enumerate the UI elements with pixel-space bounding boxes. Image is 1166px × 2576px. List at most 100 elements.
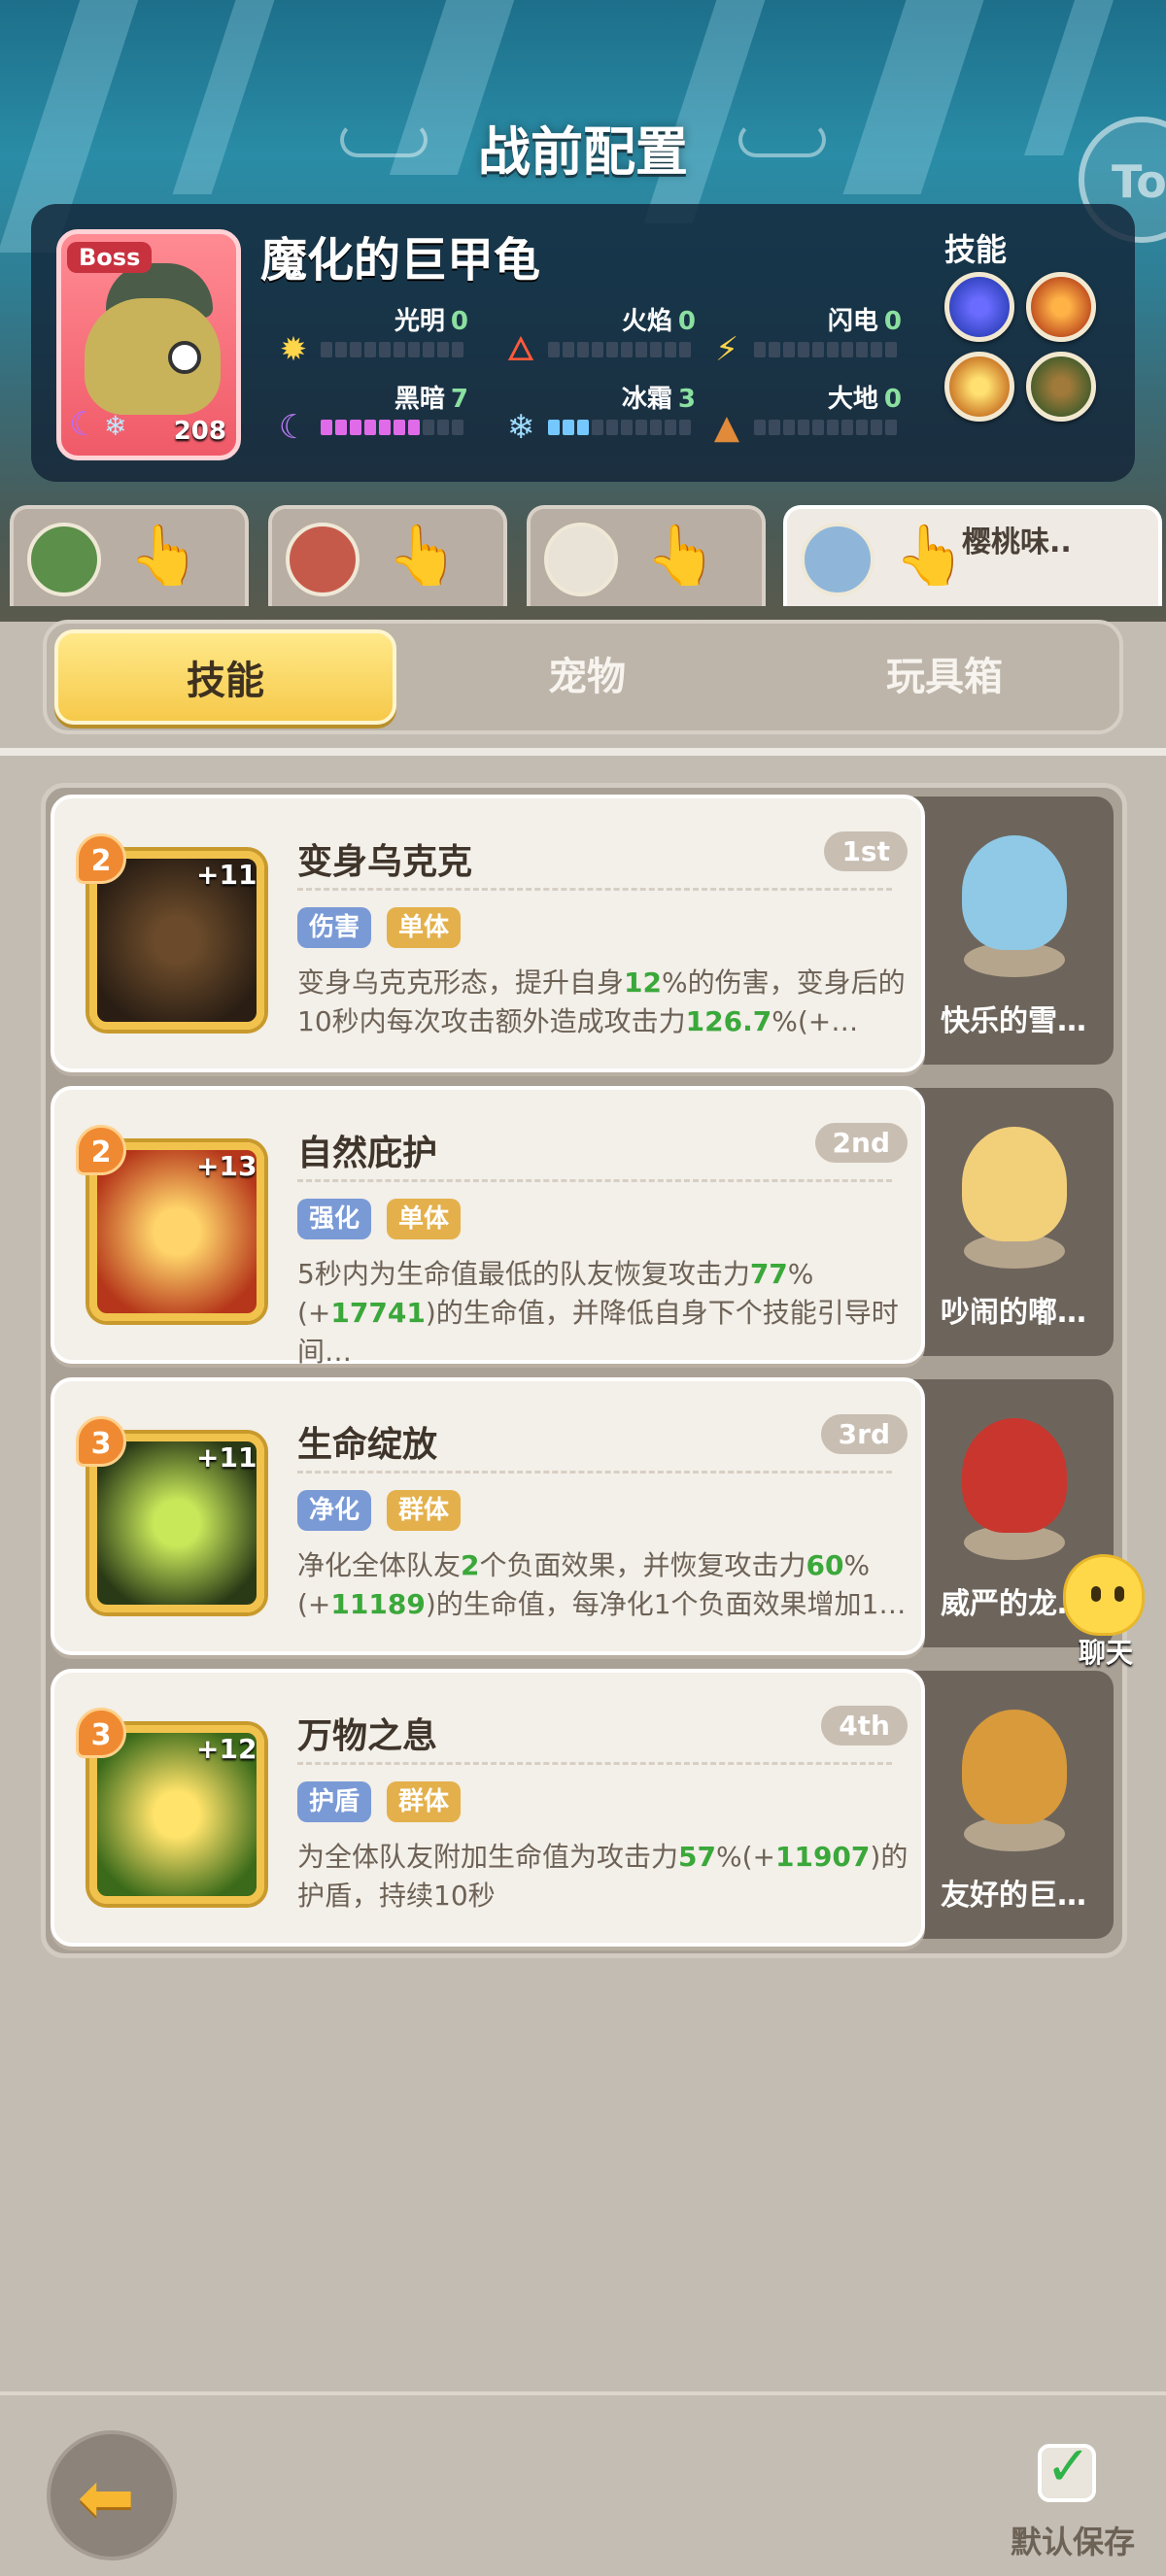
pet-figure [962,1127,1067,1241]
dashed-divider [297,1179,892,1182]
checkmark-icon: ✓ [1046,2435,1091,2498]
skill-plus-level: +13 [196,1150,257,1182]
element-bar [321,342,463,357]
element-name: 闪电 [827,307,878,336]
element-value: 0 [883,385,902,414]
pointing-hand-icon: 👆 [894,522,967,590]
skill-description: 5秒内为生命值最低的队友恢复攻击力77%(+17741)的生命值，并降低自身下个… [297,1258,899,1368]
fire-icon: 🜂 [506,330,535,369]
green-hero-avatar [27,523,101,596]
skill-rank: 2nd [814,1123,908,1163]
beast-skill-icon[interactable] [1026,352,1096,422]
boss-skills-title: 技能 [944,231,1008,268]
skill-title: 生命绽放 [297,1425,438,1465]
pet-figure [962,835,1067,950]
skill-level-badge: 2 [76,1125,126,1175]
default-save-checkbox[interactable]: ✓ [1038,2438,1096,2502]
skill-tag: 护盾 [297,1781,372,1822]
skill-level-badge: 3 [76,1708,126,1758]
element-value: 0 [677,307,696,336]
skill-rank: 1st [824,831,908,871]
pet-slot-4[interactable]: 友好的巨… [913,1671,1114,1939]
team-slot-3[interactable]: 👆 [527,505,766,606]
white-hero-avatar [544,523,618,596]
element-earth: 大地 0 ▲ [707,379,941,447]
skill-title: 自然庇护 [297,1134,438,1173]
category-tabs: 技能 宠物 玩具箱 [43,620,1123,734]
pointing-hand-icon: 👆 [128,522,201,590]
element-name: 黑暗 [394,385,445,414]
back-arrow-icon: ⬅ [78,2457,135,2537]
battle-scene-background: 战前配置 To Boss ☾ ❄ 208 魔化的巨甲龟 光明 0 ✹ 火焰 0 🜂 … [0,0,1166,622]
skill-level-badge: 3 [76,1416,126,1467]
pet-figure [962,1418,1067,1533]
boss-portrait[interactable]: Boss ☾ ❄ 208 [56,229,241,460]
skill-tag: 单体 [387,1199,462,1239]
skill-tag: 伤害 [297,907,372,948]
tab-pets[interactable]: 宠物 [412,624,762,730]
pointing-hand-icon: 👆 [387,522,460,590]
section-divider [0,748,1166,756]
red-hero-avatar [286,523,360,596]
pet-name: 快乐的雪… [941,1004,1086,1038]
skill-rank: 4th [821,1706,908,1746]
moon-icon: ☾ [278,408,309,447]
boss-info-panel: Boss ☾ ❄ 208 魔化的巨甲龟 光明 0 ✹ 火焰 0 🜂 闪电 0 ⚡ 黑暗… [31,204,1135,482]
pet-name: 友好的巨… [941,1879,1086,1913]
skill-description: 为全体队友附加生命值为攻击力57%(+11907)的护盾，持续10秒 [297,1841,909,1912]
skill-card-2[interactable]: 2 +13 自然庇护 2nd 强化 单体 5秒内为生命值最低的队友恢复攻击力77… [51,1086,925,1368]
element-value: 7 [450,385,468,414]
skill-description: 净化全体队友2个负面效果，并恢复攻击力60%(+11189)的生命值，每净化1个… [297,1549,907,1620]
boss-name: 魔化的巨甲龟 [260,233,541,288]
element-name: 冰霜 [621,385,672,414]
element-fire: 火焰 0 🜂 [501,301,735,369]
pet-figure [962,1710,1067,1824]
lightning-icon: ⚡ [715,330,738,369]
pet-slot-2[interactable]: 吵闹的嘟… [913,1088,1114,1356]
skill-card-3[interactable]: 3 +11 生命绽放 3rd 净化 群体 净化全体队友2个负面效果，并恢复攻击力… [51,1377,925,1655]
team-slot-1[interactable]: 👆 [10,505,249,606]
element-value: 3 [677,385,696,414]
chat-button[interactable]: 聊天 [1047,1554,1154,1671]
element-bar [548,342,691,357]
turtle-eye [168,341,201,374]
blue-hero-avatar [801,523,874,596]
skill-tag: 群体 [387,1490,462,1531]
team-slot-name: 樱桃味.. [962,525,1072,559]
skill-tag: 群体 [387,1781,462,1822]
sun-icon: ✹ [279,330,308,369]
element-value: 0 [883,307,902,336]
team-slot-2[interactable]: 👆 [268,505,507,606]
tab-skills[interactable]: 技能 [54,629,396,725]
tab-toybox[interactable]: 玩具箱 [770,624,1119,730]
back-button[interactable]: ⬅ [47,2430,177,2560]
snowflake-icon: ❄ [506,408,535,447]
element-name: 火焰 [621,307,672,336]
element-dark: 黑暗 7 ☾ [274,379,507,447]
skill-title: 变身乌克克 [297,842,473,882]
element-name: 光明 [394,307,445,336]
team-slot-4[interactable]: 👆 樱桃味.. [783,505,1162,606]
skill-tag: 净化 [297,1490,372,1531]
element-lightning: 闪电 0 ⚡ [707,301,941,369]
element-light: 光明 0 ✹ [274,301,507,369]
crown-skill-icon[interactable] [944,352,1014,422]
pet-name: 吵闹的嘟… [941,1296,1086,1330]
skill-title: 万物之息 [297,1716,438,1756]
element-ice: 冰霜 3 ❄ [501,379,735,447]
fire-skill-icon[interactable] [1026,272,1096,342]
dashed-divider [297,888,892,891]
skill-plus-level: +12 [196,1733,257,1765]
earth-icon: ▲ [713,408,740,447]
snowflake-icon: ❄ [104,410,127,442]
swirl-skill-icon[interactable] [944,272,1014,342]
bottom-bar: ⬅ ✓ 默认保存 [0,2391,1166,2576]
skill-card-1[interactable]: 2 +11 变身乌克克 1st 伤害 单体 变身乌克克形态，提升自身12%的伤害… [51,795,925,1072]
skill-tag: 强化 [297,1199,372,1239]
pet-slot-1[interactable]: 快乐的雪… [913,797,1114,1065]
skill-card-4[interactable]: 3 +12 万物之息 4th 护盾 群体 为全体队友附加生命值为攻击力57%(+… [51,1669,925,1947]
skill-rank: 3rd [820,1414,908,1454]
skill-plus-level: +11 [196,859,257,891]
boss-level: 208 [173,417,226,446]
dashed-divider [297,1762,892,1765]
